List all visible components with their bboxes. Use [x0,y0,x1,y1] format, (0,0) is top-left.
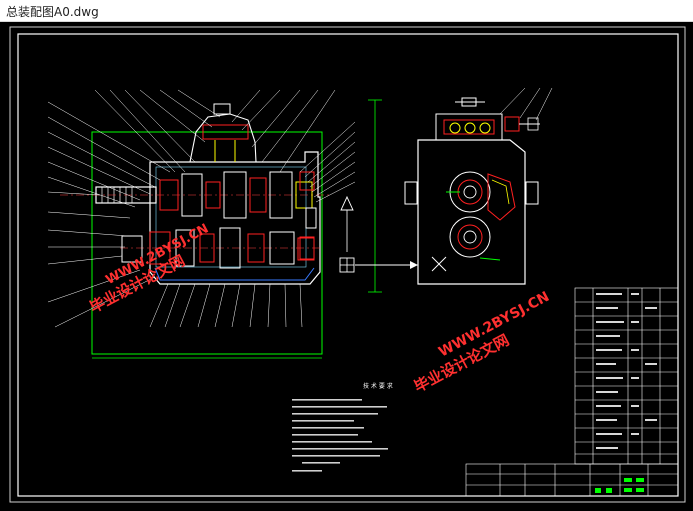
title-block-marks [595,478,644,493]
parts-list-table [574,287,679,465]
technical-notes: 技 术 要 求 [292,382,393,472]
dimension-box [91,131,323,355]
drawing-canvas[interactable]: 技 术 要 求 毕业设计论文网 WWW.2BYSJ.CN 毕业设计论文网 WWW… [0,22,693,511]
outer-frame [9,26,686,503]
window-title: 总装配图A0.dwg [6,5,99,19]
leader-lines-bottom [149,283,303,328]
title-block [465,463,679,497]
watermark-right: 毕业设计论文网 WWW.2BYSJ.CN [411,289,552,396]
notes-heading: 技 术 要 求 [363,382,393,390]
cad-drawing[interactable]: 技 术 要 求 毕业设计论文网 WWW.2BYSJ.CN 毕业设计论文网 WWW… [0,22,693,511]
title-bar: 总装配图A0.dwg [0,0,693,22]
parts-list-entries [596,293,657,449]
side-view [404,87,553,285]
main-section-view [60,99,418,359]
